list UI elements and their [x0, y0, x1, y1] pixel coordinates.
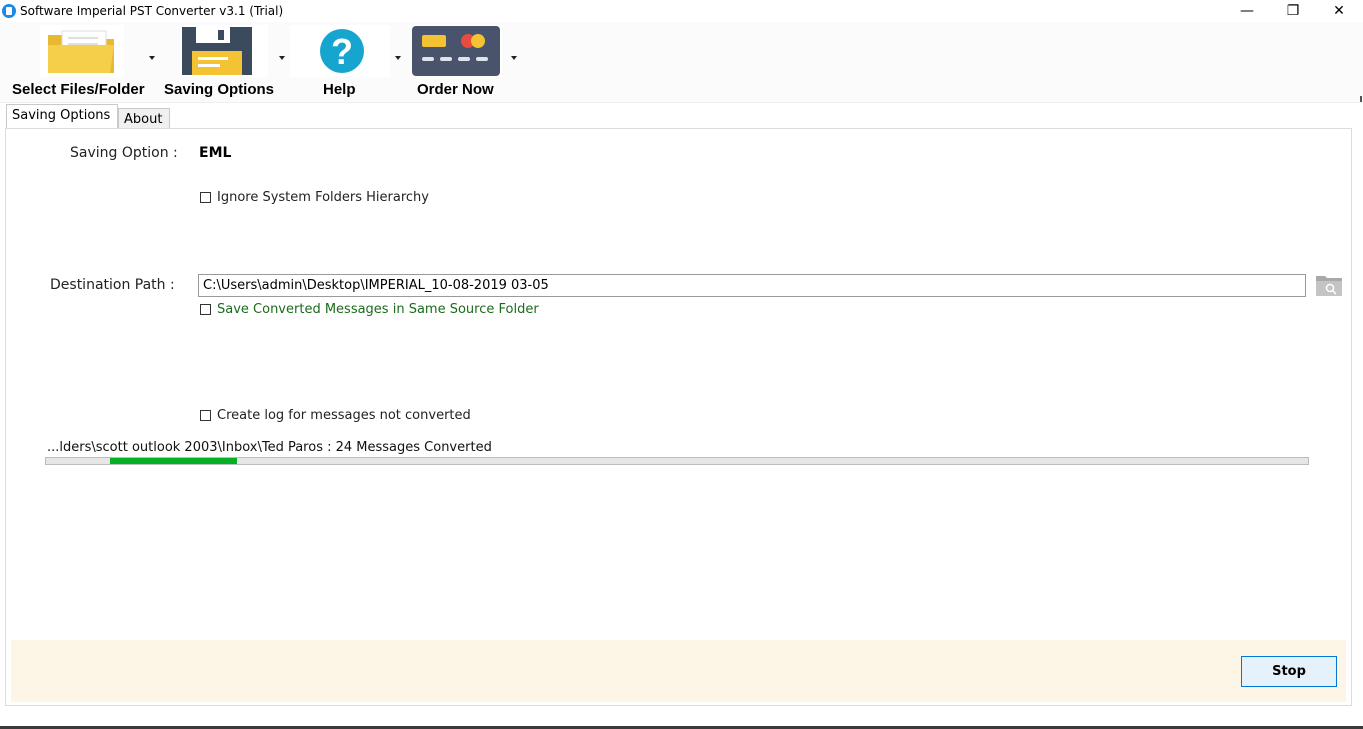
order-now-icon-box — [412, 25, 502, 77]
select-files-button[interactable]: Select Files/Folder — [0, 22, 160, 102]
help-label: Help — [323, 81, 356, 98]
create-log-checkbox-row[interactable]: Create log for messages not converted — [200, 408, 471, 423]
footer-bar — [11, 640, 1346, 702]
close-icon: ✕ — [1333, 3, 1345, 19]
restore-icon: ❐ — [1286, 3, 1300, 19]
same-source-folder-label[interactable]: Save Converted Messages in Same Source F… — [217, 302, 539, 317]
saving-option-label: Saving Option : — [70, 145, 178, 161]
ignore-hierarchy-checkbox-row[interactable]: Ignore System Folders Hierarchy — [200, 190, 429, 205]
select-files-label: Select Files/Folder — [12, 81, 145, 98]
app-logo-icon — [2, 4, 16, 18]
browse-folder-button[interactable] — [1315, 272, 1343, 298]
credit-card-icon — [412, 26, 500, 76]
minimize-icon: — — [1240, 3, 1254, 19]
saving-options-icon-box — [180, 25, 268, 77]
select-files-dropdown-icon[interactable] — [149, 56, 155, 60]
help-button[interactable]: ? Help — [290, 22, 406, 102]
tab-saving-options[interactable]: Saving Options — [6, 104, 118, 128]
saving-option-value: EML — [199, 145, 232, 161]
ignore-hierarchy-checkbox[interactable] — [200, 192, 211, 203]
stop-button[interactable]: Stop — [1241, 656, 1337, 687]
saving-options-panel: Saving Option : EML Ignore System Folder… — [5, 128, 1352, 706]
app-window: Software Imperial PST Converter v3.1 (Tr… — [0, 0, 1363, 729]
floppy-disk-icon — [182, 27, 252, 75]
create-log-checkbox[interactable] — [200, 410, 211, 421]
window-title: Software Imperial PST Converter v3.1 (Tr… — [20, 4, 284, 18]
conversion-status-text: ...lders\scott outlook 2003\Inbox\Ted Pa… — [47, 440, 492, 455]
order-now-button[interactable]: Order Now — [406, 22, 526, 102]
select-files-icon-box — [40, 25, 124, 77]
help-icon: ? — [320, 29, 364, 73]
toolbar: Select Files/Folder Saving Options ? Hel… — [0, 22, 1363, 103]
tab-about[interactable]: About — [118, 108, 170, 129]
maximize-button[interactable]: ❐ — [1270, 0, 1316, 22]
saving-options-button[interactable]: Saving Options — [160, 22, 290, 102]
saving-options-label: Saving Options — [164, 81, 275, 98]
same-source-folder-checkbox[interactable] — [200, 304, 211, 315]
conversion-progress-bar — [45, 457, 1309, 465]
browse-folder-icon — [1316, 276, 1342, 296]
help-icon-box: ? — [290, 25, 390, 77]
close-button[interactable]: ✕ — [1316, 0, 1362, 22]
folder-icon — [48, 30, 114, 73]
ignore-hierarchy-label[interactable]: Ignore System Folders Hierarchy — [217, 190, 429, 205]
same-source-folder-checkbox-row[interactable]: Save Converted Messages in Same Source F… — [200, 302, 539, 317]
create-log-label[interactable]: Create log for messages not converted — [217, 408, 471, 423]
minimize-button[interactable]: — — [1224, 0, 1270, 22]
order-now-label: Order Now — [417, 81, 494, 98]
destination-path-label: Destination Path : — [50, 277, 175, 293]
help-dropdown-icon[interactable] — [395, 56, 401, 60]
conversion-progress-fill — [110, 458, 237, 464]
order-now-dropdown-icon[interactable] — [511, 56, 517, 60]
svg-text:?: ? — [331, 31, 353, 72]
saving-options-dropdown-icon[interactable] — [279, 56, 285, 60]
destination-path-input[interactable] — [198, 274, 1306, 297]
toolbar-edge-mark — [1360, 96, 1362, 102]
title-bar: Software Imperial PST Converter v3.1 (Tr… — [0, 0, 1363, 22]
